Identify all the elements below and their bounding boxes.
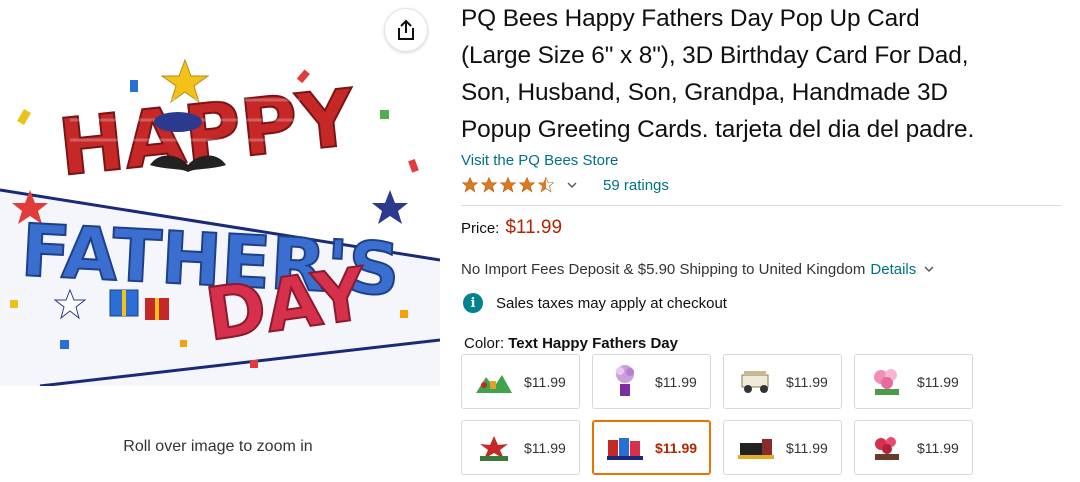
color-swatch[interactable]: $11.99	[592, 354, 711, 409]
swatch-price: $11.99	[786, 373, 828, 390]
golf-cart-card-thumb-icon	[734, 362, 778, 402]
star-half-icon	[537, 176, 555, 193]
color-swatch[interactable]: $11.99	[854, 420, 973, 475]
shipping-row: No Import Fees Deposit & $5.90 Shipping …	[461, 259, 1066, 279]
store-link[interactable]: Visit the PQ Bees Store	[461, 151, 1066, 171]
red-poinsettia-card-thumb-icon	[472, 428, 516, 468]
star-full-icon	[499, 176, 517, 193]
tax-text: Sales taxes may apply at checkout	[496, 294, 727, 312]
swatch-price: $11.99	[917, 439, 959, 456]
product-info: PQ Bees Happy Fathers Day Pop Up Card (L…	[461, 0, 1066, 475]
fathers-day-card-thumb-icon	[603, 428, 647, 468]
landscape-card-thumb-icon	[472, 362, 516, 402]
color-selected-value: Text Happy Fathers Day	[508, 335, 678, 352]
pink-flowers-card-thumb-icon	[865, 362, 909, 402]
price-value: $11.99	[505, 217, 563, 238]
train-card-thumb-icon	[734, 428, 778, 468]
star-full-icon	[480, 176, 498, 193]
title-line: Popup Greeting Cards. tarjeta del dia de…	[461, 116, 975, 143]
color-swatch[interactable]: $11.99	[723, 420, 842, 475]
swatch-price: $11.99	[524, 373, 566, 390]
rating-row: 59 ratings	[461, 173, 1066, 197]
zoom-hint: Roll over image to zoom in	[123, 438, 313, 455]
price-row: Price: $11.99	[461, 217, 1066, 243]
star-full-icon	[518, 176, 536, 193]
swatch-price: $11.99	[655, 439, 698, 456]
color-swatch-selected[interactable]: $11.99	[592, 420, 711, 475]
color-swatch[interactable]: $11.99	[461, 420, 580, 475]
color-swatch[interactable]: $11.99	[723, 354, 842, 409]
color-selector-label: Color: Text Happy Fathers Day	[464, 335, 1066, 355]
color-swatch[interactable]: $11.99	[854, 354, 973, 409]
flower-vase-card-thumb-icon	[603, 362, 647, 402]
product-title: PQ Bees Happy Fathers Day Pop Up Card (L…	[461, 0, 1066, 148]
swatch-price: $11.99	[655, 373, 697, 390]
tax-notice: i Sales taxes may apply at checkout	[461, 292, 1066, 314]
share-icon	[398, 19, 414, 40]
title-line: (Large Size 6" x 8"), 3D Birthday Card F…	[461, 42, 969, 69]
color-label: Color:	[464, 335, 505, 352]
title-line: Son, Husband, Son, Grandpa, Handmade 3D	[461, 79, 948, 106]
red-blossom-card-thumb-icon	[865, 428, 909, 468]
image-column: HAPPY FATHER'S DAY Roll over image to zo…	[0, 0, 440, 482]
swatch-price: $11.99	[786, 439, 828, 456]
divider	[461, 205, 1061, 206]
ratings-count-link[interactable]: 59 ratings	[603, 177, 669, 194]
star-rating[interactable]	[461, 176, 555, 194]
swatch-price: $11.99	[524, 439, 566, 456]
chevron-down-icon[interactable]	[924, 265, 934, 273]
share-button[interactable]	[384, 8, 428, 52]
product-main-image[interactable]: HAPPY FATHER'S DAY	[0, 40, 440, 386]
shipping-text: No Import Fees Deposit & $5.90 Shipping …	[461, 260, 866, 278]
color-swatch[interactable]: $11.99	[461, 354, 580, 409]
star-full-icon	[461, 176, 479, 193]
swatch-price: $11.99	[917, 373, 959, 390]
svg-text:HAPPY: HAPPY	[55, 73, 361, 194]
shipping-details-link[interactable]: Details	[870, 261, 916, 278]
price-label: Price:	[461, 220, 500, 237]
chevron-down-icon[interactable]	[567, 180, 577, 190]
info-icon: i	[463, 293, 483, 313]
title-line: PQ Bees Happy Fathers Day Pop Up Card	[461, 5, 920, 32]
